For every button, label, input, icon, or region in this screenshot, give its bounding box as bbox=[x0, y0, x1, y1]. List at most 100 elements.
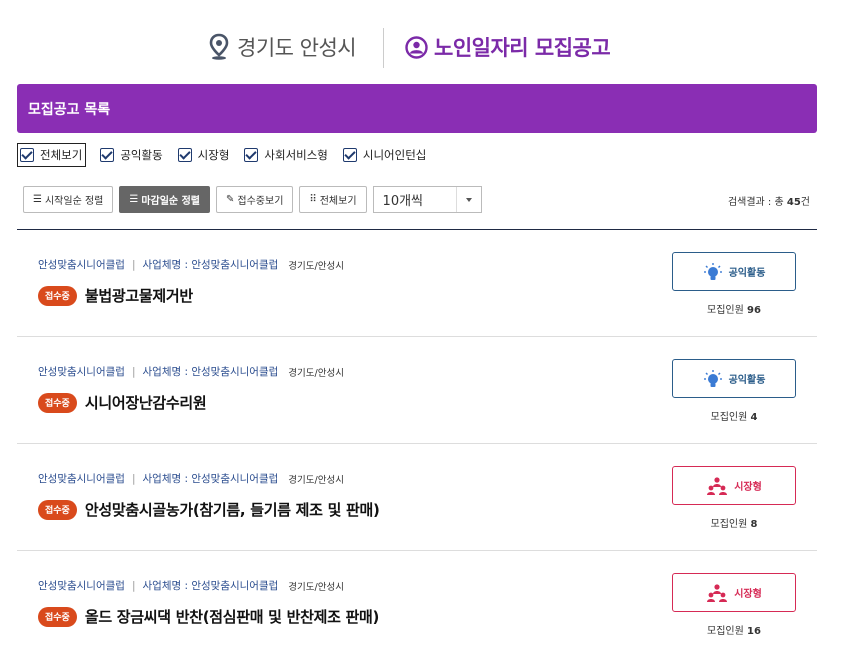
item-title[interactable]: 시니어장난감수리원 bbox=[85, 392, 207, 413]
header-divider bbox=[383, 28, 384, 68]
checkbox-checked-icon[interactable] bbox=[244, 148, 259, 162]
page-title-text: 노인일자리 모집공고 bbox=[434, 36, 611, 60]
item-title[interactable]: 올드 장금씨댁 반찬(점심판매 및 반찬제조 판매) bbox=[85, 606, 380, 627]
result-suffix: 건 bbox=[800, 197, 810, 208]
org-name[interactable]: 안성맞춤시니어클럽 bbox=[38, 578, 125, 593]
region: 경기도/안성시 bbox=[288, 474, 344, 486]
recruit-label: 모집인원 bbox=[707, 626, 744, 637]
business-name: 사업체명 : 안성맞춤시니어클럽 bbox=[142, 580, 279, 592]
sort-deadline-button[interactable]: ☰ 마감일순 정렬 bbox=[119, 186, 211, 213]
result-prefix: 검색결과 : 총 bbox=[727, 197, 784, 208]
list-item[interactable]: 안성맞춤시니어클럽 | 사업체명 : 안성맞춤시니어클럽 경기도/안성시 접수중… bbox=[17, 551, 817, 650]
user-circle-icon bbox=[405, 35, 428, 59]
view-all-button[interactable]: ⠿ 전체보기 bbox=[299, 186, 367, 213]
people-group-icon bbox=[707, 476, 728, 495]
checkbox-checked-icon[interactable] bbox=[100, 148, 115, 162]
list-banner-title: 모집공고 목록 bbox=[28, 101, 111, 118]
org-name[interactable]: 안성맞춤시니어클럽 bbox=[38, 364, 125, 379]
recruit-number: 16 bbox=[747, 626, 761, 637]
type-label: 공익활동 bbox=[728, 375, 766, 386]
filter-market[interactable]: 시장형 bbox=[177, 143, 229, 167]
filter-checkboxes: 전체보기 공익활동 시장형 사회서비스형 시니어인턴십 bbox=[17, 143, 441, 167]
filter-all[interactable]: 전체보기 bbox=[17, 143, 87, 167]
recruit-count: 모집인원 16 bbox=[672, 622, 796, 637]
type-label: 시장형 bbox=[734, 589, 762, 600]
list-banner: 모집공고 목록 bbox=[17, 84, 817, 133]
view-all-label: 전체보기 bbox=[319, 196, 357, 207]
region: 경기도/안성시 bbox=[288, 367, 344, 379]
recruit-number: 4 bbox=[750, 412, 758, 423]
type-label: 시장형 bbox=[734, 482, 762, 493]
checkbox-checked-icon[interactable] bbox=[342, 148, 357, 162]
receiving-label: 접수중보기 bbox=[237, 196, 284, 207]
item-meta: 안성맞춤시니어클럽 | 사업체명 : 안성맞춤시니어클럽 경기도/안성시 bbox=[38, 364, 344, 379]
caret-down-icon bbox=[465, 197, 472, 202]
list-item[interactable]: 안성맞춤시니어클럽 | 사업체명 : 안성맞춤시니어클럽 경기도/안성시 접수중… bbox=[17, 337, 817, 444]
list-toolbar: ☰ 시작일순 정렬 ☰ 마감일순 정렬 ✎ 접수중보기 ⠿ 전체보기 10개씩 bbox=[23, 186, 482, 213]
dropdown-toggle[interactable] bbox=[455, 187, 481, 212]
grid-icon: ⠿ bbox=[309, 194, 317, 205]
result-count: 45 bbox=[786, 197, 801, 208]
sort-start-button[interactable]: ☰ 시작일순 정렬 bbox=[23, 186, 114, 213]
sort-deadline-label: 마감일순 정렬 bbox=[141, 196, 201, 207]
business-name: 사업체명 : 안성맞춤시니어클럽 bbox=[142, 259, 279, 271]
meta-separator: | bbox=[131, 579, 136, 592]
item-title[interactable]: 안성맞춤시골농가(참기름, 들기름 제조 및 판매) bbox=[85, 499, 380, 520]
filter-label: 시니어인턴십 bbox=[362, 148, 427, 162]
type-label: 공익활동 bbox=[728, 268, 766, 279]
pencil-icon: ✎ bbox=[226, 194, 235, 205]
type-button-public[interactable]: 공익활동 bbox=[672, 252, 796, 291]
region: 경기도/안성시 bbox=[288, 260, 344, 272]
recruit-label: 모집인원 bbox=[707, 305, 744, 316]
list-item[interactable]: 안성맞춤시니어클럽 | 사업체명 : 안성맞춤시니어클럽 경기도/안성시 접수중… bbox=[17, 230, 817, 337]
page-title: 노인일자리 모집공고 bbox=[405, 32, 611, 62]
filter-label: 사회서비스형 bbox=[264, 148, 328, 162]
checkbox-checked-icon[interactable] bbox=[177, 148, 192, 162]
item-title-row: 접수중 불법광고물제거반 bbox=[38, 285, 193, 306]
filter-public[interactable]: 공익활동 bbox=[100, 143, 163, 167]
page-header: 경기도 안성시 노인일자리 모집공고 bbox=[0, 28, 844, 70]
receiving-filter-button[interactable]: ✎ 접수중보기 bbox=[216, 186, 294, 213]
item-meta: 안성맞춤시니어클럽 | 사업체명 : 안성맞춤시니어클럽 경기도/안성시 bbox=[38, 257, 344, 272]
item-meta: 안성맞춤시니어클럽 | 사업체명 : 안성맞춤시니어클럽 경기도/안성시 bbox=[38, 471, 344, 486]
type-button-market[interactable]: 시장형 bbox=[672, 573, 796, 612]
filter-label: 공익활동 bbox=[120, 148, 163, 162]
business-name: 사업체명 : 안성맞춤시니어클럽 bbox=[142, 473, 279, 485]
meta-separator: | bbox=[131, 258, 136, 271]
item-meta: 안성맞춤시니어클럽 | 사업체명 : 안성맞춤시니어클럽 경기도/안성시 bbox=[38, 578, 344, 593]
recruit-count: 모집인원 96 bbox=[672, 301, 796, 316]
status-badge: 접수중 bbox=[38, 606, 77, 627]
type-button-market[interactable]: 시장형 bbox=[672, 466, 796, 505]
org-name[interactable]: 안성맞춤시니어클럽 bbox=[38, 471, 125, 486]
org-name[interactable]: 안성맞춤시니어클럽 bbox=[38, 257, 125, 272]
list-item[interactable]: 안성맞춤시니어클럽 | 사업체명 : 안성맞춤시니어클럽 경기도/안성시 접수중… bbox=[17, 444, 817, 551]
item-title-row: 접수중 시니어장난감수리원 bbox=[38, 392, 207, 413]
recruit-label: 모집인원 bbox=[710, 519, 748, 530]
item-title[interactable]: 불법광고물제거반 bbox=[85, 285, 193, 306]
item-title-row: 접수중 올드 장금씨댁 반찬(점심판매 및 반찬제조 판매) bbox=[38, 606, 379, 627]
recruit-label: 모집인원 bbox=[710, 412, 748, 423]
filter-senior-intern[interactable]: 시니어인턴십 bbox=[342, 143, 427, 167]
page-size-value: 10개씩 bbox=[382, 194, 424, 209]
checkbox-checked-icon[interactable] bbox=[20, 148, 34, 162]
filter-label: 전체보기 bbox=[40, 148, 83, 162]
lightbulb-icon bbox=[703, 262, 722, 280]
recruit-number: 96 bbox=[747, 305, 761, 316]
meta-separator: | bbox=[131, 365, 136, 378]
type-button-public[interactable]: 공익활동 bbox=[672, 359, 796, 398]
search-result-count: 검색결과 : 총 45건 bbox=[728, 193, 810, 208]
sort-start-label: 시작일순 정렬 bbox=[44, 196, 104, 207]
business-name: 사업체명 : 안성맞춤시니어클럽 bbox=[142, 366, 279, 378]
location-label: 경기도 안성시 bbox=[207, 32, 357, 62]
status-badge: 접수중 bbox=[38, 499, 77, 520]
page-size-select[interactable]: 10개씩 bbox=[372, 186, 482, 213]
item-title-row: 접수중 안성맞춤시골농가(참기름, 들기름 제조 및 판매) bbox=[38, 499, 380, 520]
list-icon: ☰ bbox=[129, 194, 139, 205]
status-badge: 접수중 bbox=[38, 392, 77, 413]
meta-separator: | bbox=[131, 472, 136, 485]
filter-social-service[interactable]: 사회서비스형 bbox=[244, 143, 328, 167]
list-icon: ☰ bbox=[33, 194, 42, 205]
recruit-count: 모집인원 4 bbox=[672, 408, 796, 423]
people-group-icon bbox=[707, 583, 728, 602]
location-pin-icon bbox=[209, 33, 229, 60]
